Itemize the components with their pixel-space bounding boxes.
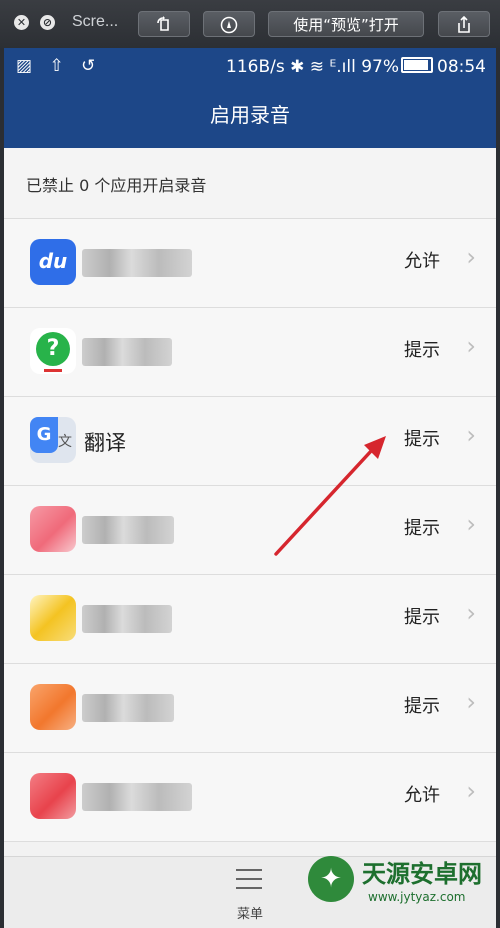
close-window-button[interactable]: ✕ bbox=[14, 15, 29, 30]
app-row[interactable]: 提示 › bbox=[4, 575, 496, 664]
chevron-right-icon: › bbox=[466, 332, 476, 360]
clock: 08:54 bbox=[437, 57, 486, 77]
share-icon bbox=[458, 15, 470, 33]
watermark-logo-icon: ✦ bbox=[308, 856, 354, 902]
blocked-count-label: 已禁止 0 个应用开启录音 bbox=[26, 176, 207, 195]
network-speed: 116B/s bbox=[226, 57, 285, 77]
app-name-redacted bbox=[82, 694, 174, 722]
app-row-translate[interactable]: G 文 翻译 提示 › bbox=[4, 397, 496, 486]
hamburger-menu-icon bbox=[236, 869, 262, 889]
battery-icon bbox=[401, 57, 433, 73]
signal-icons: ✱ ≋ ᴱ.ıll bbox=[290, 57, 356, 77]
chevron-right-icon: › bbox=[466, 243, 476, 271]
app-name-redacted bbox=[82, 338, 172, 366]
app-name-redacted bbox=[82, 249, 192, 277]
watermark-title: 天源安卓网 bbox=[362, 860, 482, 888]
phone-screen: ▨ ⇧ ↺ 116B/s ✱ ≋ ᴱ.ıll 97% 08:54 启用录音 已禁止… bbox=[4, 48, 496, 928]
baidu-du-icon: du bbox=[30, 239, 76, 285]
open-with-preview-button[interactable]: 使用“预览”打开 bbox=[268, 11, 424, 37]
orange-app-icon bbox=[30, 684, 76, 730]
section-header: 已禁止 0 个应用开启录音 bbox=[4, 148, 496, 219]
red-app-icon bbox=[30, 773, 76, 819]
close-icon: ✕ bbox=[16, 16, 27, 29]
stop-icon: ⊘ bbox=[42, 16, 53, 29]
chevron-right-icon: › bbox=[466, 421, 476, 449]
app-row[interactable]: 提示 › bbox=[4, 664, 496, 753]
chevron-right-icon: › bbox=[466, 510, 476, 538]
share-button[interactable] bbox=[438, 11, 490, 37]
app-name-redacted bbox=[82, 605, 172, 633]
battery-percent: 97% bbox=[361, 57, 399, 77]
rotate-button[interactable] bbox=[138, 11, 190, 37]
menu-label: 菜单 bbox=[237, 907, 264, 922]
app-list: du 允许 › ? 提示 › G 文 翻译 提示 › 提示 › 提示 › 提示 … bbox=[4, 219, 496, 842]
permission-value: 提示 bbox=[404, 696, 440, 717]
app-row[interactable]: 允许 › bbox=[4, 753, 496, 842]
stop-button[interactable]: ⊘ bbox=[40, 15, 55, 30]
chevron-right-icon: › bbox=[466, 688, 476, 716]
yellow-app-icon bbox=[30, 595, 76, 641]
chevron-right-icon: › bbox=[466, 599, 476, 627]
watermark: ✦ 天源安卓网 www.jytyaz.com bbox=[308, 852, 496, 924]
app-name-redacted bbox=[82, 783, 192, 811]
status-right: 116B/s ✱ ≋ ᴱ.ıll 97% 08:54 bbox=[226, 57, 486, 77]
permission-value: 提示 bbox=[404, 518, 440, 539]
app-row[interactable]: 提示 › bbox=[4, 486, 496, 575]
permission-value: 提示 bbox=[404, 429, 440, 450]
app-row[interactable]: ? 提示 › bbox=[4, 308, 496, 397]
permission-value: 提示 bbox=[404, 340, 440, 361]
notification-icons: ▨ ⇧ ↺ bbox=[16, 56, 102, 76]
status-bar: ▨ ⇧ ↺ 116B/s ✱ ≋ ᴱ.ıll 97% 08:54 bbox=[4, 48, 496, 86]
window-titlebar: ✕ ⊘ Scre... 使用“预览”打开 bbox=[0, 0, 500, 48]
watermark-url: www.jytyaz.com bbox=[368, 890, 466, 904]
permission-value: 允许 bbox=[404, 251, 440, 272]
chevron-right-icon: › bbox=[466, 777, 476, 805]
question-chat-icon: ? bbox=[30, 328, 76, 374]
rotate-icon bbox=[157, 16, 169, 31]
markup-pen-icon bbox=[220, 16, 238, 34]
page-title: 启用录音 bbox=[4, 86, 496, 148]
window-title: Scre... bbox=[72, 13, 119, 30]
app-name-redacted bbox=[82, 516, 174, 544]
google-translate-icon: G 文 bbox=[30, 417, 76, 463]
permission-value: 提示 bbox=[404, 607, 440, 628]
open-with-preview-label: 使用“预览”打开 bbox=[293, 16, 399, 34]
pink-app-icon bbox=[30, 506, 76, 552]
app-name: 翻译 bbox=[84, 431, 126, 455]
permission-value: 允许 bbox=[404, 785, 440, 806]
markup-button[interactable] bbox=[203, 11, 255, 37]
app-row[interactable]: du 允许 › bbox=[4, 219, 496, 308]
